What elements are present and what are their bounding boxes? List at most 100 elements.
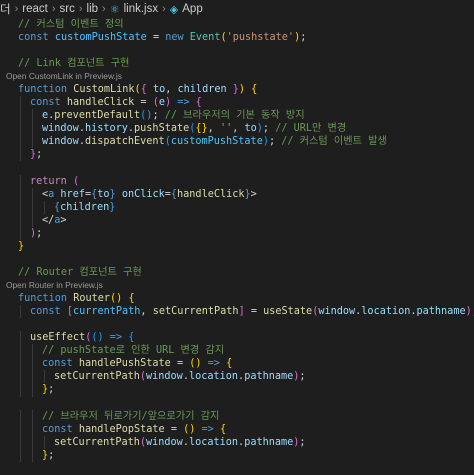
- code-token: =>: [109, 332, 123, 344]
- code-token: }: [226, 83, 239, 95]
- code-token: }: [109, 201, 116, 213]
- indent-guide: [32, 344, 33, 358]
- code-line: // 브라우저 뒤로가기/앞으로가기 감지: [0, 409, 474, 423]
- code-token: currentPath: [72, 305, 141, 317]
- code-token: {: [219, 423, 227, 435]
- code-token: new: [165, 32, 190, 44]
- code-token: =>: [201, 423, 214, 435]
- indent-guide: [20, 135, 21, 149]
- breadcrumb-item-symbol[interactable]: App: [182, 3, 202, 15]
- code-token: {: [128, 332, 135, 344]
- codelens-link[interactable]: Open CustomLink in Preview.js: [0, 70, 474, 83]
- indent-guide: [44, 370, 45, 384]
- indent-guide: [20, 95, 21, 110]
- code-token: setCurrentPath: [152, 305, 239, 317]
- code-line: }: [0, 240, 474, 253]
- indent-guide: [20, 448, 21, 462]
- code-token: ;: [48, 449, 55, 461]
- indent-guide: [20, 200, 21, 214]
- code-token: {: [128, 292, 135, 304]
- code-line: // 커스텀 이벤트 정의: [0, 18, 474, 31]
- indent-guide: [20, 213, 21, 227]
- code-token: (: [72, 175, 80, 187]
- code-token: handlePopState: [78, 423, 165, 435]
- indent-guide: [32, 357, 33, 371]
- code-token: =: [164, 423, 184, 435]
- code-line: function Router() {: [0, 292, 474, 305]
- code-line: </a>: [0, 213, 474, 227]
- breadcrumb-item-lib[interactable]: lib: [87, 3, 99, 15]
- code-token: ;: [152, 110, 165, 122]
- indent-guide: [32, 448, 33, 462]
- indent-guide: [44, 200, 45, 214]
- code-line: useEffect(() => {: [0, 331, 474, 345]
- code-token: =: [146, 32, 166, 44]
- indent-guide: [32, 383, 33, 397]
- code-token: const: [18, 32, 55, 44]
- code-token: to: [244, 123, 257, 135]
- code-line: const [currentPath, setCurrentPath] = us…: [0, 304, 474, 318]
- code-token: {: [226, 358, 233, 370]
- code-token: const: [42, 358, 79, 370]
- code-line: window.history.pushState({}, '', to); //…: [0, 122, 474, 136]
- code-line: <a href={to} onClick={handleClick}>: [0, 187, 474, 201]
- code-line: // Link 컴포넌트 구현: [0, 57, 474, 70]
- breadcrumb: 더 › react › src › lib › ⚛ link.jsx › ◈ A…: [0, 0, 474, 18]
- code-token: (): [91, 332, 104, 344]
- code-token: pathname: [244, 436, 294, 448]
- code-token: {: [140, 83, 153, 95]
- code-editor[interactable]: // 커스텀 이벤트 정의 const customPushState = new…: [0, 18, 474, 475]
- code-token: </: [42, 214, 55, 226]
- code-token: history: [84, 123, 128, 135]
- code-token: dispatchEvent: [84, 136, 165, 148]
- code-token: (): [183, 423, 196, 435]
- code-token: // Link 컴포넌트 구현: [18, 58, 130, 70]
- code-line: function CustomLink({ to, children }) {: [0, 83, 474, 96]
- code-token: children: [60, 201, 110, 213]
- indent-guide: [32, 213, 33, 227]
- code-token: ;: [262, 123, 276, 135]
- code-token: window: [42, 123, 79, 135]
- code-line: // pushState로 인한 URL 변경 감지: [0, 344, 474, 358]
- code-line: const handlePushState = () => {: [0, 357, 474, 371]
- code-token: >: [60, 214, 67, 226]
- code-token: >: [250, 188, 257, 200]
- chevron-right-icon: ›: [14, 3, 19, 15]
- code-token: pathname: [244, 371, 294, 383]
- code-token: (): [140, 110, 153, 122]
- code-line: const handleClick = (e) => {: [0, 95, 474, 110]
- indent-guide: [20, 422, 21, 436]
- code-token: }: [18, 241, 25, 252]
- breadcrumb-item-react[interactable]: react: [22, 3, 48, 15]
- code-token: (): [189, 358, 202, 370]
- code-token: {}: [195, 123, 208, 135]
- code-token: (): [110, 292, 123, 304]
- code-token: handlePushState: [78, 358, 171, 370]
- code-token: const: [30, 305, 67, 317]
- code-line: return (: [0, 174, 474, 188]
- indent-guide: [32, 109, 33, 123]
- breadcrumb-item-file[interactable]: link.jsx: [124, 3, 159, 15]
- code-token: Router: [73, 292, 111, 304]
- code-token: setCurrentPath: [54, 436, 140, 448]
- code-token: preventDefault: [54, 110, 141, 122]
- indent-guide: [20, 122, 21, 136]
- indent-guide: [32, 422, 33, 436]
- code-token: location: [188, 436, 239, 448]
- code-line: // Router 컴포넌트 구현: [0, 266, 474, 279]
- code-token: window: [146, 436, 183, 448]
- code-token: ,: [232, 123, 245, 135]
- indent-guide: [44, 435, 45, 449]
- chevron-right-icon: ›: [78, 3, 83, 15]
- indent-guide: [20, 409, 21, 423]
- codelens-link[interactable]: Open Router in Preview.js: [0, 279, 474, 292]
- symbol-function-icon: ◈: [169, 3, 179, 16]
- code-token: // 브라우저 뒤로가기/앞으로가기 감지: [42, 410, 220, 422]
- code-line: const handlePopState = () => {: [0, 422, 474, 436]
- code-token: handleClick: [66, 96, 135, 108]
- breadcrumb-item-src[interactable]: src: [60, 3, 75, 15]
